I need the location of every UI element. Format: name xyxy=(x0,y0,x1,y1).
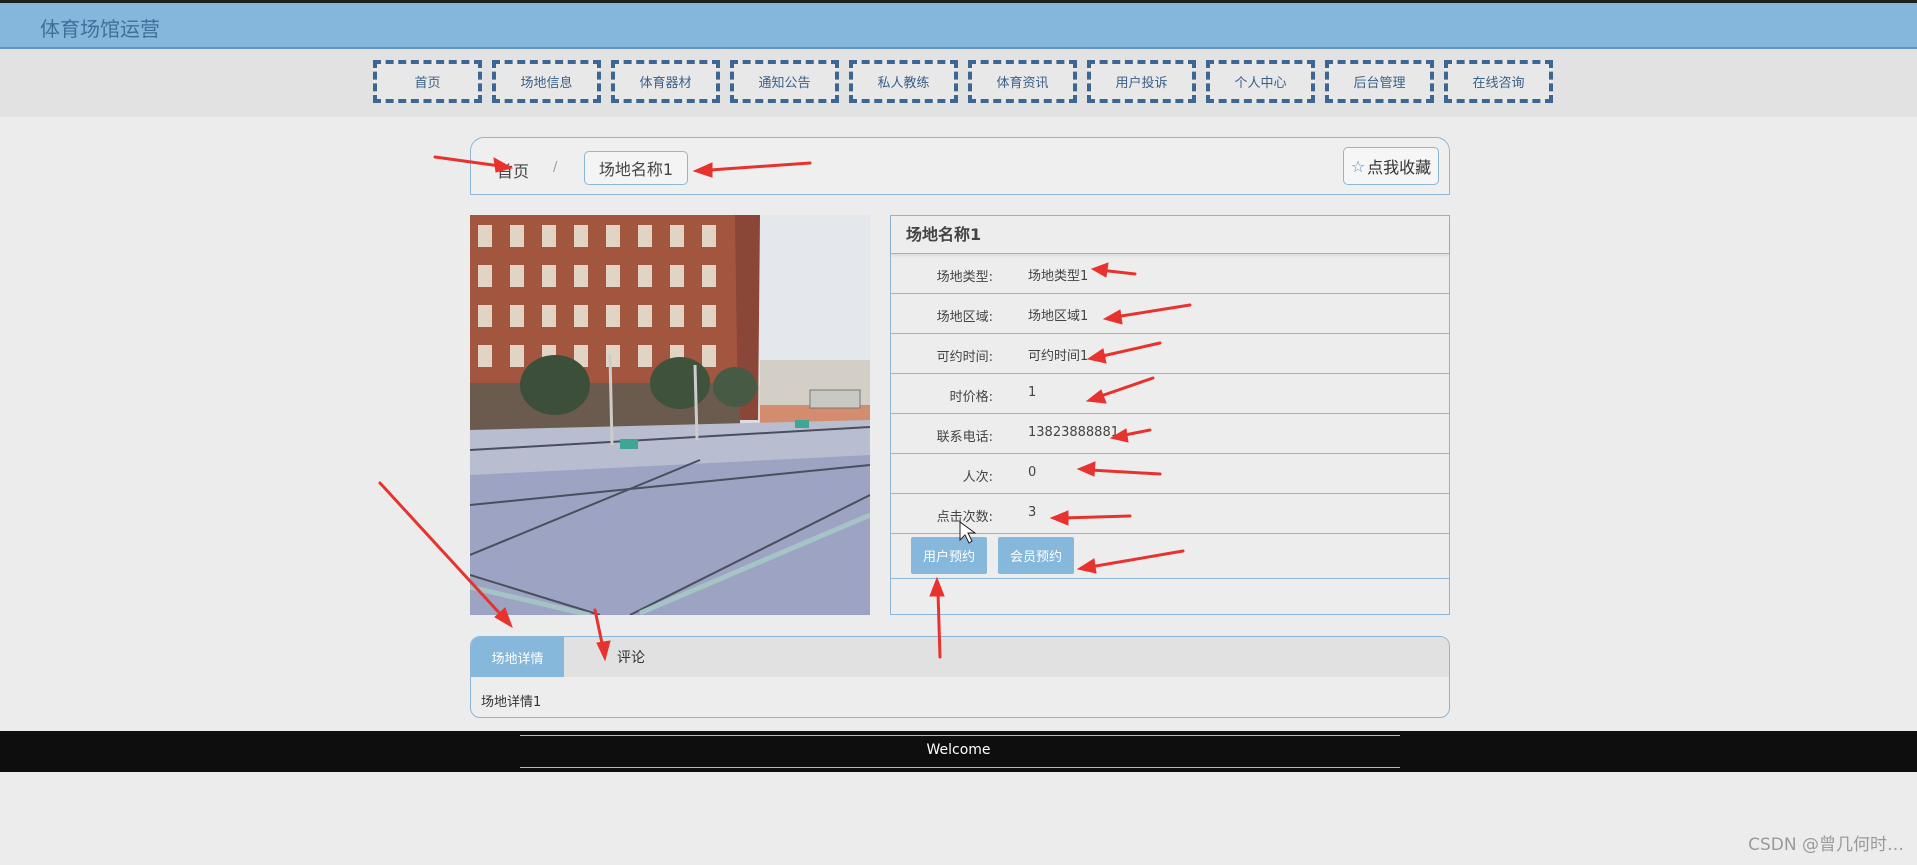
nav-item-coach[interactable]: 私人教练 xyxy=(849,60,958,103)
field-label-phone: 联系电话: xyxy=(936,430,993,445)
field-row: 时价格: 1 xyxy=(891,374,1449,414)
field-row: 场地区域: 场地区域1 xyxy=(891,294,1449,334)
favorite-button-label: 点我收藏 xyxy=(1367,158,1432,177)
nav-item-complaints[interactable]: 用户投诉 xyxy=(1087,60,1196,103)
field-value-venue-area: 场地区域1 xyxy=(1028,309,1089,324)
footer-welcome-text: Welcome xyxy=(926,742,991,758)
tab-bar: 场地详情 评论 xyxy=(471,637,1449,677)
nav-item-sports-news[interactable]: 体育资讯 xyxy=(968,60,1077,103)
footer-divider xyxy=(520,767,1400,768)
tab-content: 场地详情1 xyxy=(481,695,542,710)
nav-item-equipment[interactable]: 体育器材 xyxy=(611,60,720,103)
tab-comments[interactable]: 评论 xyxy=(601,637,661,677)
field-label-venue-area: 场地区域: xyxy=(936,310,993,325)
footer-divider xyxy=(520,735,1400,736)
site-title[interactable]: 体育场馆运营 xyxy=(40,13,160,42)
nav-item-notices[interactable]: 通知公告 xyxy=(730,60,839,103)
breadcrumb-home-link[interactable]: 首页 xyxy=(497,158,529,182)
field-value-venue-type: 场地类型1 xyxy=(1028,269,1089,284)
nav-band: 首页 场地信息 体育器材 通知公告 私人教练 体育资讯 用户投诉 个人中心 后台… xyxy=(0,49,1917,117)
field-value-hourly-price: 1 xyxy=(1028,385,1037,400)
nav-item-profile[interactable]: 个人中心 xyxy=(1206,60,1315,103)
nav-item-home[interactable]: 首页 xyxy=(373,60,482,103)
field-row: 点击次数: 3 xyxy=(891,494,1449,534)
field-row: 可约时间: 可约时间1 xyxy=(891,334,1449,374)
top-header: 体育场馆运营 xyxy=(0,0,1917,49)
field-label-hourly-price: 时价格: xyxy=(949,390,993,405)
star-outline-icon: ☆ xyxy=(1350,156,1366,176)
member-booking-button[interactable]: 会员预约 xyxy=(998,537,1074,574)
field-label-venue-type: 场地类型: xyxy=(936,270,993,285)
tab-venue-details[interactable]: 场地详情 xyxy=(471,637,564,677)
field-row: 场地类型: 场地类型1 xyxy=(891,254,1449,294)
field-label-available-time: 可约时间: xyxy=(936,350,993,365)
detail-tabs: 场地详情 评论 场地详情1 xyxy=(470,636,1450,718)
breadcrumb-current: 场地名称1 xyxy=(584,151,688,185)
field-label-clicks: 点击次数: xyxy=(936,510,993,525)
watermark: CSDN @曾几何时… xyxy=(1748,835,1904,855)
venue-name-heading: 场地名称1 xyxy=(891,216,1449,254)
field-row: 联系电话: 13823888881 xyxy=(891,414,1449,454)
breadcrumb: 首页 / 场地名称1 ☆ 点我收藏 xyxy=(470,137,1450,195)
venue-photo xyxy=(470,215,870,615)
nav-item-admin[interactable]: 后台管理 xyxy=(1325,60,1434,103)
main-nav: 首页 场地信息 体育器材 通知公告 私人教练 体育资讯 用户投诉 个人中心 后台… xyxy=(373,60,1553,103)
booking-buttons: 用户预约 会员预约 xyxy=(891,534,1449,579)
nav-item-venue-info[interactable]: 场地信息 xyxy=(492,60,601,103)
field-value-available-time: 可约时间1 xyxy=(1028,349,1089,364)
field-value-visits: 0 xyxy=(1028,465,1037,480)
favorite-button[interactable]: ☆ 点我收藏 xyxy=(1343,147,1439,185)
breadcrumb-separator: / xyxy=(553,160,558,175)
field-label-visits: 人次: xyxy=(962,470,993,485)
nav-item-consult[interactable]: 在线咨询 xyxy=(1444,60,1553,103)
field-value-phone: 13823888881 xyxy=(1028,425,1119,440)
user-booking-button[interactable]: 用户预约 xyxy=(911,537,987,574)
footer: Welcome xyxy=(0,731,1917,772)
field-value-clicks: 3 xyxy=(1028,505,1037,520)
field-row: 人次: 0 xyxy=(891,454,1449,494)
venue-info-panel: 场地名称1 场地类型: 场地类型1 场地区域: 场地区域1 可约时间: 可约时间… xyxy=(890,215,1450,615)
